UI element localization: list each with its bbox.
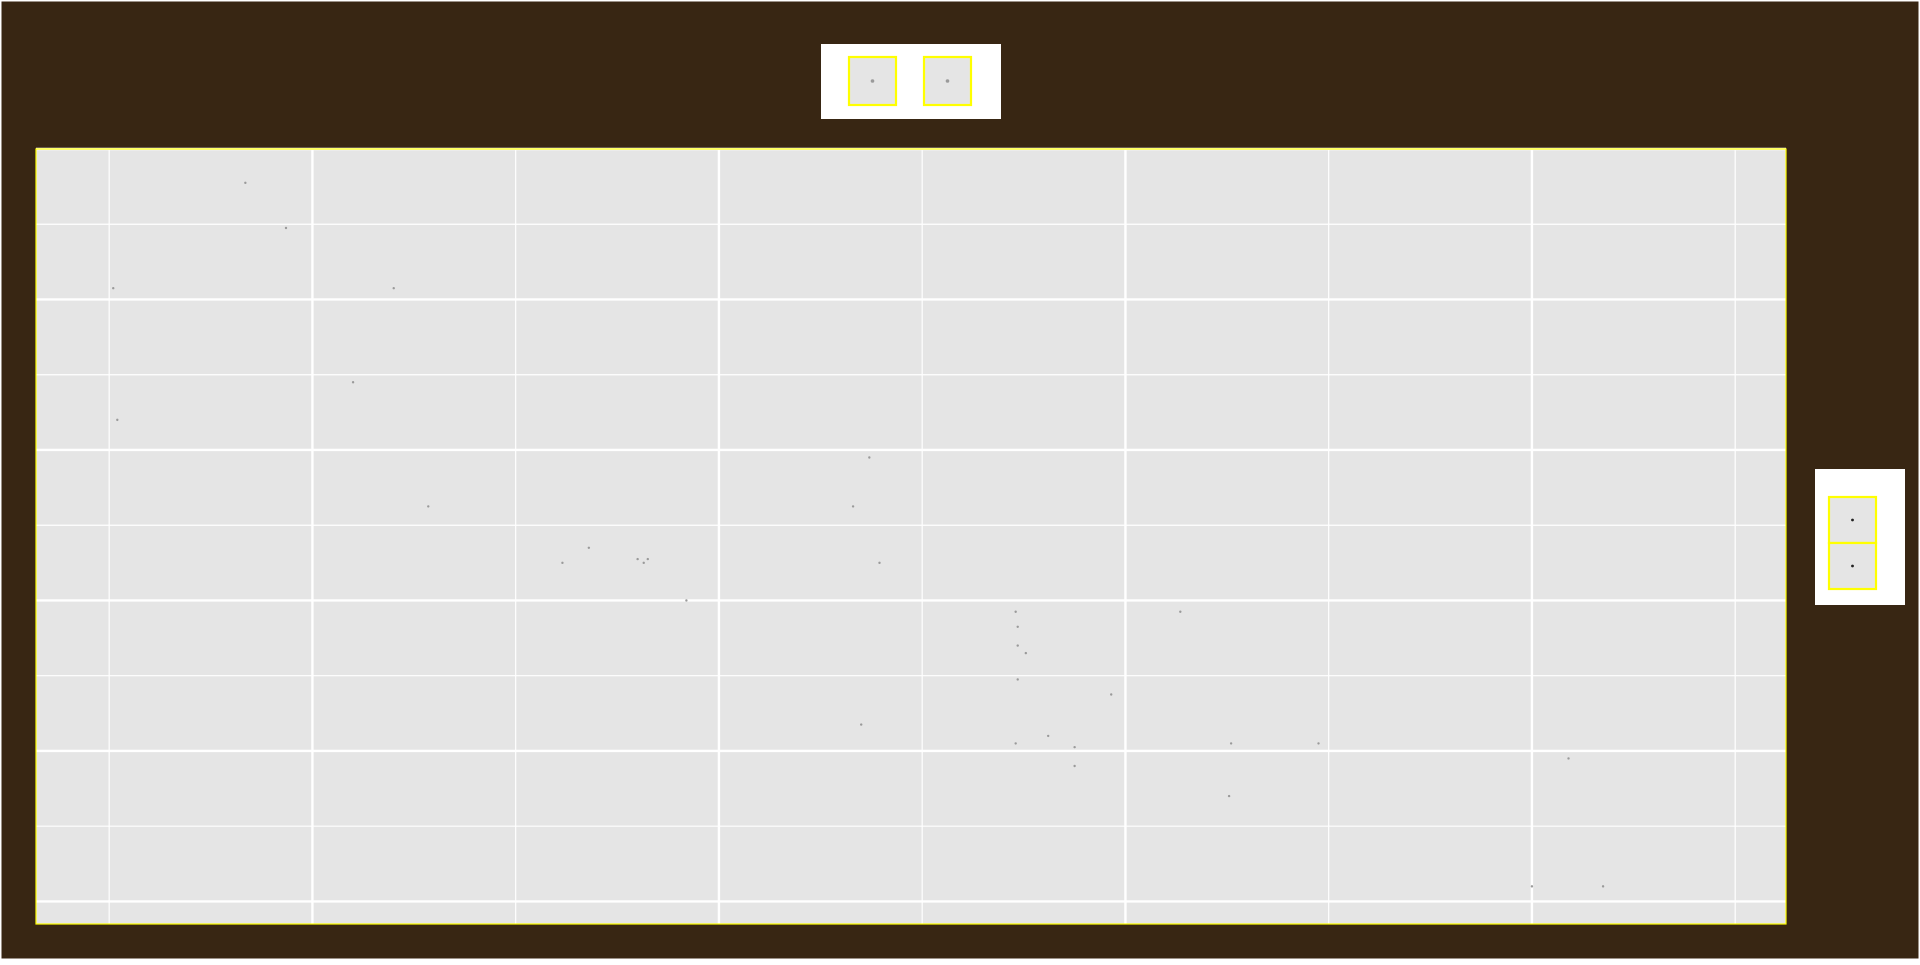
- data-point: [1317, 742, 1320, 745]
- data-point: [642, 561, 645, 565]
- legend-key-point: [945, 79, 950, 83]
- data-point: [636, 557, 639, 561]
- data-point: [1179, 610, 1182, 613]
- data-point: [646, 557, 649, 561]
- legend-key-point: [1851, 564, 1854, 568]
- data-point: [878, 561, 881, 565]
- data-point: [284, 226, 288, 230]
- data-point: [1073, 764, 1076, 768]
- data-point: [392, 286, 395, 290]
- data-point: [851, 505, 855, 508]
- data-point: [868, 456, 871, 459]
- data-point: [1567, 757, 1570, 760]
- data-point: [860, 723, 863, 726]
- legend-key-point: [1851, 518, 1854, 522]
- data-point: [1014, 742, 1017, 745]
- data-point: [1601, 885, 1605, 888]
- data-point: [1016, 625, 1019, 628]
- data-point: [427, 505, 430, 508]
- chart-svg: [0, 0, 1920, 960]
- data-point: [116, 418, 119, 422]
- data-point: [1016, 678, 1019, 681]
- data-point: [1229, 742, 1233, 745]
- data-point: [1530, 885, 1534, 888]
- data-point: [1073, 745, 1076, 749]
- data-point: [244, 181, 247, 185]
- plot-panel: [36, 149, 1786, 924]
- legend-top: [821, 44, 1001, 119]
- data-point: [561, 561, 564, 565]
- data-point: [587, 546, 591, 549]
- data-point: [1016, 644, 1019, 647]
- data-point: [112, 286, 115, 290]
- data-point: [1227, 794, 1231, 798]
- data-point: [1024, 651, 1028, 655]
- data-point: [685, 599, 688, 602]
- chart-canvas: [0, 0, 1920, 960]
- data-point: [1014, 610, 1017, 613]
- data-point: [1046, 734, 1050, 738]
- legend-right: [1815, 469, 1905, 605]
- legend-key-point: [870, 79, 875, 83]
- data-point: [1110, 693, 1113, 696]
- data-point: [351, 381, 355, 384]
